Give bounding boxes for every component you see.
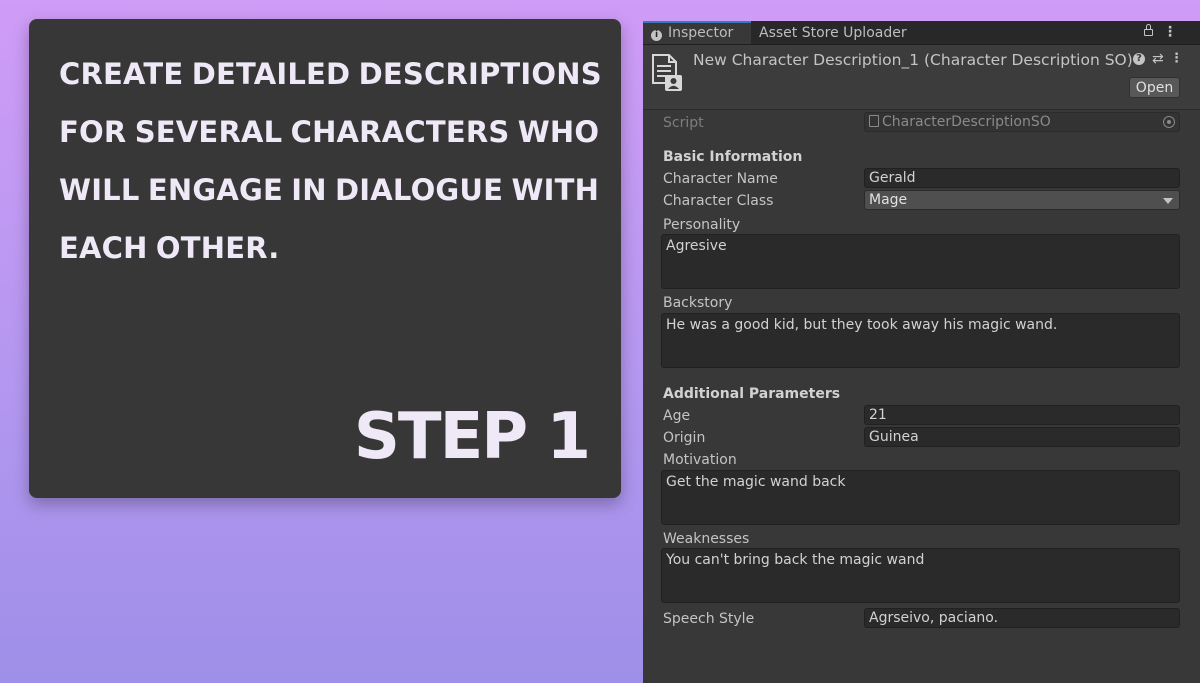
object-picker-icon[interactable]: [1163, 116, 1175, 128]
script-value: CharacterDescriptionSO: [882, 114, 1051, 130]
tab-asset-store-label: Asset Store Uploader: [759, 25, 907, 41]
speech-style-label: Speech Style: [663, 611, 755, 627]
script-file-icon: [869, 115, 879, 127]
inspector-header: New Character Description_1 (Character D…: [643, 45, 1200, 110]
tab-bar: i Inspector Asset Store Uploader ⋮: [643, 21, 1200, 45]
weaknesses-textarea[interactable]: You can't bring back the magic wand: [661, 548, 1180, 603]
origin-field[interactable]: Guinea: [864, 427, 1180, 447]
origin-label: Origin: [663, 430, 706, 446]
presets-icon[interactable]: ⇄: [1152, 50, 1164, 68]
promo-card: Create detailed descriptions for several…: [29, 19, 621, 498]
character-name-field[interactable]: Gerald: [864, 168, 1180, 188]
age-label: Age: [663, 408, 691, 424]
script-field[interactable]: CharacterDescriptionSO: [864, 112, 1180, 132]
tab-asset-store-uploader[interactable]: Asset Store Uploader: [751, 21, 915, 44]
character-name-label: Character Name: [663, 171, 778, 187]
info-icon: i: [651, 30, 662, 41]
dropdown-arrow-icon: [1163, 198, 1173, 204]
inspector-window: i Inspector Asset Store Uploader ⋮ New Ch…: [643, 21, 1200, 683]
open-button[interactable]: Open: [1129, 77, 1180, 98]
backstory-textarea[interactable]: He was a good kid, but they took away hi…: [661, 313, 1180, 368]
additional-parameters-header: Additional Parameters: [663, 386, 841, 402]
promo-step-label: STEP 1: [353, 400, 591, 474]
backstory-label: Backstory: [663, 295, 733, 311]
lock-icon[interactable]: [1142, 21, 1156, 44]
scriptable-object-icon: [652, 54, 682, 91]
script-label: Script: [663, 115, 704, 131]
motivation-label: Motivation: [663, 452, 737, 468]
age-field[interactable]: 21: [864, 405, 1180, 425]
asset-title: New Character Description_1 (Character D…: [693, 51, 1133, 69]
speech-style-field[interactable]: Agrseivo, paciano.: [864, 608, 1180, 628]
character-class-value: Mage: [869, 192, 908, 208]
motivation-textarea[interactable]: Get the magic wand back: [661, 470, 1180, 525]
promo-description: Create detailed descriptions for several…: [59, 57, 602, 265]
weaknesses-label: Weaknesses: [663, 531, 750, 547]
personality-label: Personality: [663, 217, 741, 233]
character-class-label: Character Class: [663, 193, 774, 209]
character-class-dropdown[interactable]: Mage: [864, 190, 1180, 210]
tab-inspector[interactable]: i Inspector: [643, 21, 751, 44]
more-options-icon[interactable]: ⋮: [1170, 50, 1183, 68]
help-icon[interactable]: ?: [1133, 53, 1145, 65]
personality-textarea[interactable]: Agresive: [661, 234, 1180, 289]
tab-inspector-label: Inspector: [668, 25, 734, 41]
kebab-menu-icon[interactable]: ⋮: [1163, 21, 1177, 44]
basic-information-header: Basic Information: [663, 149, 803, 165]
